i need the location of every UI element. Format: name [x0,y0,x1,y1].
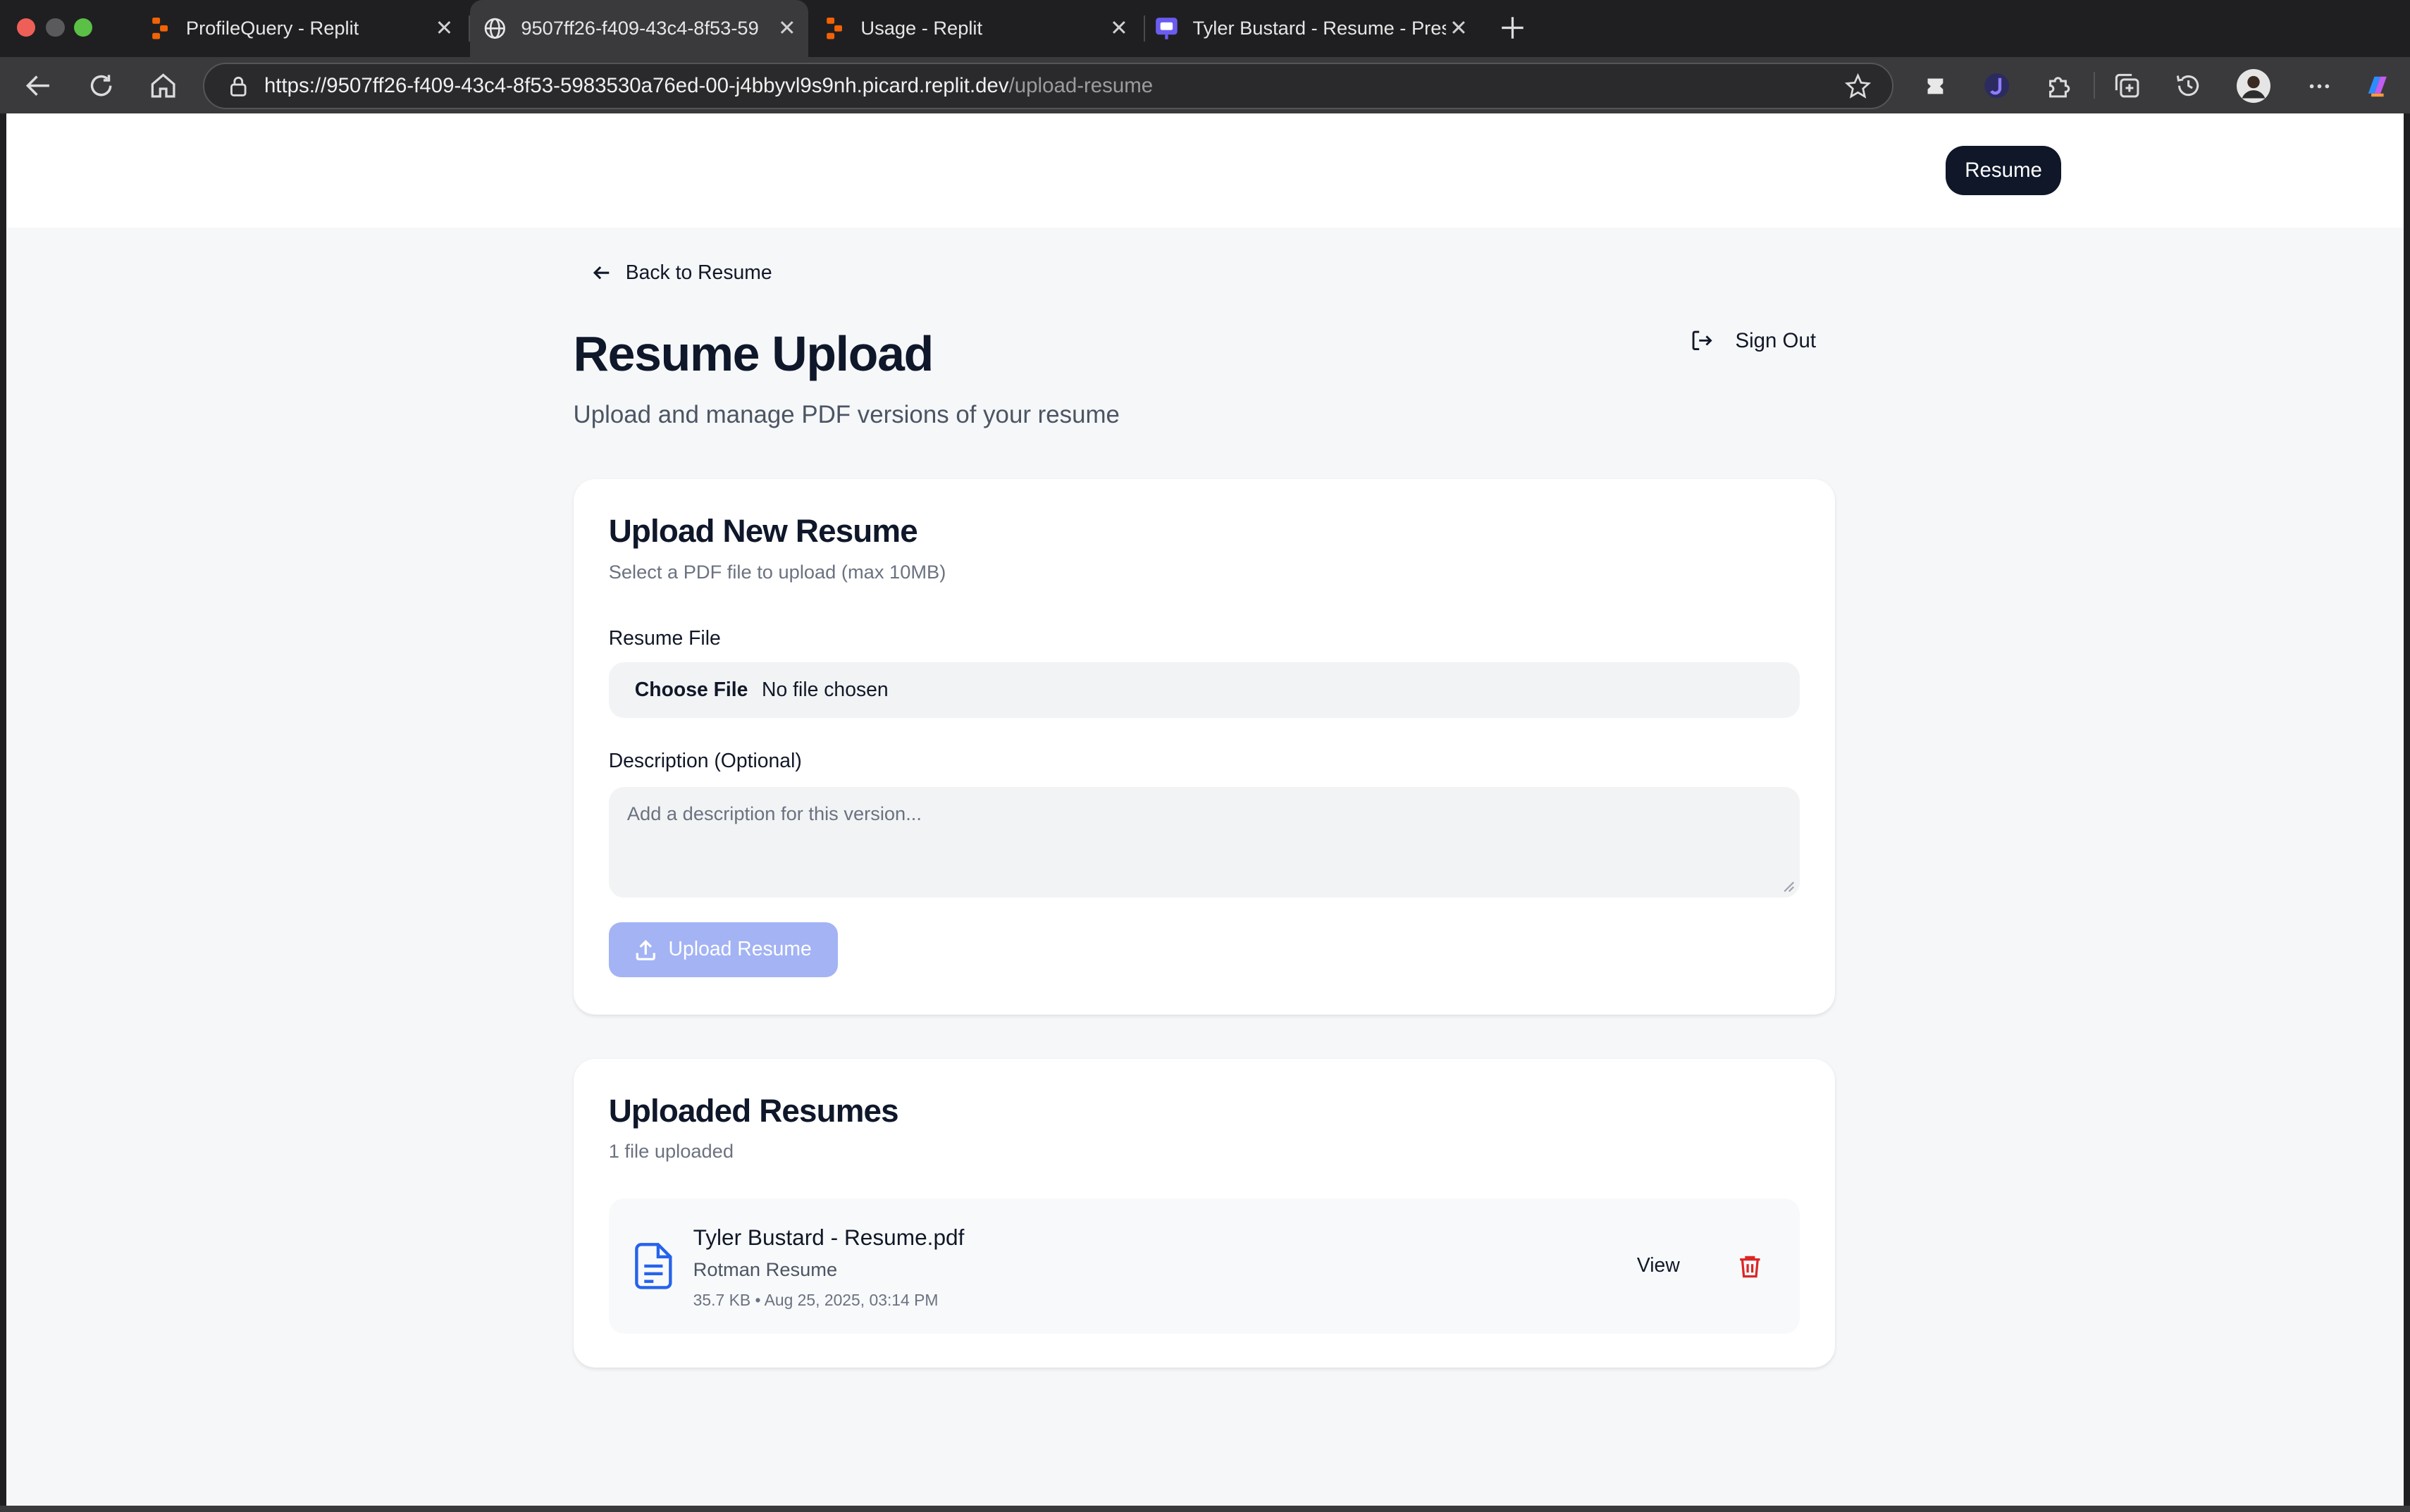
reload-icon[interactable] [85,69,118,103]
window-zoom-button[interactable] [73,18,92,37]
extension-j-icon[interactable] [1979,69,2013,103]
page-viewport: Resume Back to Resume Resume Upload Uplo… [6,113,2404,1506]
puzzle-icon[interactable] [2043,69,2077,103]
file-meta: 35.7 KB • Aug 25, 2025, 03:14 PM [693,1291,939,1310]
favorite-star-icon[interactable] [1844,73,1871,99]
window-minimize-button[interactable] [46,18,65,37]
url-text: https://9507ff26-f409-43c4-8f53-5983530a… [264,74,1153,98]
file-text-icon [634,1243,672,1289]
resume-file-input[interactable]: Choose File No file chosen [608,662,1800,718]
upload-button-label: Upload Resume [668,938,812,961]
log-out-icon [1692,331,1712,351]
url-path: /upload-resume [1008,74,1154,98]
url-main: https://9507ff26-f409-43c4-8f53-5983530a… [264,74,1009,98]
tab-close-icon[interactable]: ✕ [432,16,457,41]
upload-card: Upload New Resume Select a PDF file to u… [573,479,1836,1015]
trash-icon[interactable] [1738,1254,1762,1279]
upload-card-description: Select a PDF file to upload (max 10MB) [608,561,946,583]
browser-tab-strip: ProfileQuery - Replit ✕ 9507ff26-f409-43… [0,0,2410,57]
upload-resume-button[interactable]: Upload Resume [608,922,838,978]
replit-icon [822,16,847,41]
new-tab-icon[interactable] [1495,11,1529,44]
file-description: Rotman Resume [693,1258,838,1281]
uploaded-count: 1 file uploaded [608,1140,734,1163]
tab-close-icon[interactable]: ✕ [774,16,799,41]
browser-tab-presentation[interactable]: Tyler Bustard - Resume - Prese ✕ [1145,0,1480,57]
window-bottom-edge [0,1506,2410,1512]
tab-close-icon[interactable]: ✕ [1106,16,1131,41]
history-icon[interactable] [2172,69,2206,103]
sign-out-label: Sign Out [1735,328,1816,352]
profile-avatar[interactable] [2236,69,2270,104]
page-title: Resume Upload [573,326,934,382]
arrow-left-icon [593,266,610,280]
resize-handle-icon[interactable] [1783,881,1795,893]
file-name: Tyler Bustard - Resume.pdf [693,1225,965,1251]
description-textarea[interactable]: Add a description for this version... [608,786,1800,898]
page-subtitle: Upload and manage PDF versions of your r… [573,401,1120,429]
sign-out-button[interactable]: Sign Out [1691,329,1816,353]
presentation-icon [1154,16,1179,41]
top-navigation: Resume [6,113,2404,228]
browser-tab-profilequery[interactable]: ProfileQuery - Replit ✕ [135,0,466,57]
resume-nav-button[interactable]: Resume [1946,146,2061,195]
back-arrow-icon[interactable] [22,69,56,103]
window-close-button[interactable] [16,18,36,37]
tab-title: Usage - Replit [860,17,983,39]
uploaded-card-title: Uploaded Resumes [608,1092,899,1129]
file-list-item: Tyler Bustard - Resume.pdf Rotman Resume… [608,1198,1800,1334]
description-label: Description (Optional) [608,750,802,773]
home-icon[interactable] [146,69,180,103]
resume-file-label: Resume File [608,626,721,650]
back-to-resume-link[interactable]: Back to Resume [592,261,772,285]
tab-title: ProfileQuery - Replit [185,17,359,39]
description-placeholder: Add a description for this version... [626,802,922,824]
upload-card-title: Upload New Resume [608,513,918,550]
back-link-label: Back to Resume [625,261,772,284]
choose-file-button[interactable]: Choose File [635,678,748,702]
tab-title: 9507ff26-f409-43c4-8f53-59 [521,17,759,39]
address-bar[interactable]: https://9507ff26-f409-43c4-8f53-5983530a… [202,63,1894,109]
file-status-text: No file chosen [762,678,889,701]
copilot-icon[interactable] [2361,69,2394,103]
view-file-button[interactable]: View [1637,1254,1680,1277]
tab-close-icon[interactable]: ✕ [1446,16,1471,41]
globe-icon [483,16,507,41]
upload-icon [636,939,655,960]
tab-title: Tyler Bustard - Resume - Prese [1192,17,1447,39]
collections-icon[interactable] [2111,69,2144,103]
browser-tab-active[interactable]: 9507ff26-f409-43c4-8f53-59 ✕ [470,0,809,57]
more-options-icon[interactable] [2302,69,2336,103]
extension-icon[interactable] [1918,69,1952,103]
replit-icon [147,16,172,41]
browser-toolbar: https://9507ff26-f409-43c4-8f53-5983530a… [0,56,2410,114]
browser-tab-usage[interactable]: Usage - Replit ✕ [810,0,1140,57]
lock-icon[interactable] [228,75,249,97]
uploaded-resumes-card: Uploaded Resumes 1 file uploaded Tyler B… [573,1058,1836,1368]
